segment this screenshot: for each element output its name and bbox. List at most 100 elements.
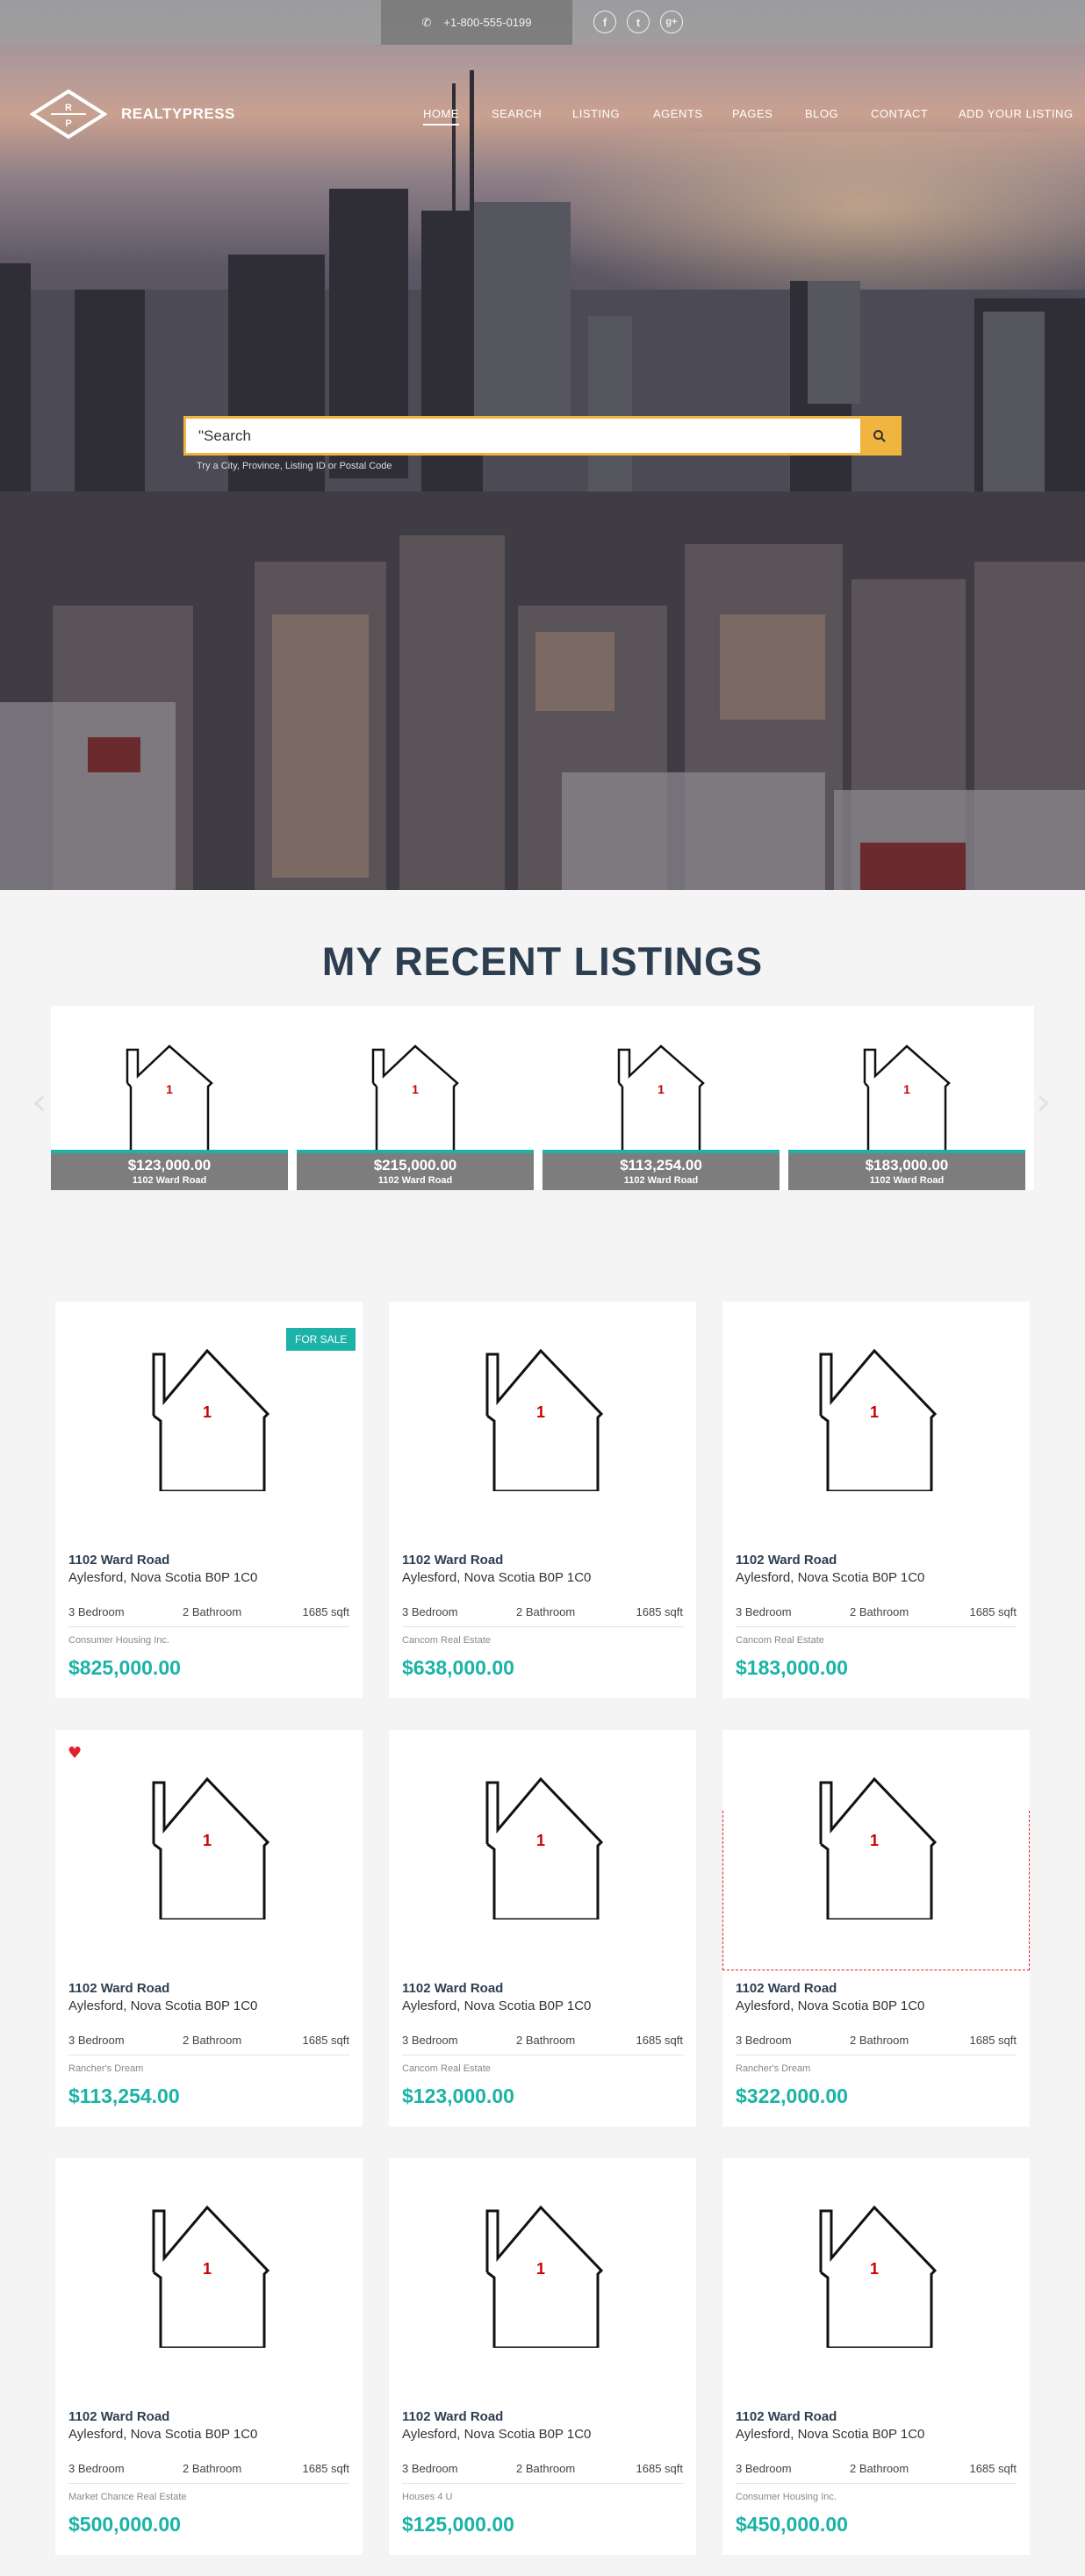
bathrooms: 2 Bathroom <box>850 2034 909 2047</box>
house-image-placeholder: 1 <box>152 1348 270 1491</box>
square-feet: 1685 sqft <box>636 2034 684 2047</box>
bedrooms: 3 Bedroom <box>68 2034 125 2047</box>
bedrooms: 3 Bedroom <box>736 1605 792 1618</box>
listing-city: Aylesford, Nova Scotia B0P 1C0 <box>402 1998 592 2013</box>
bathrooms: 2 Bathroom <box>183 2462 242 2475</box>
house-image-placeholder: 1 <box>485 2205 604 2348</box>
listing-city: Aylesford, Nova Scotia B0P 1C0 <box>736 1570 925 1585</box>
carousel-caption: $113,254.00 1102 Ward Road <box>542 1153 780 1190</box>
image-label: 1 <box>203 1403 212 1421</box>
carousel-address: 1102 Ward Road <box>869 1175 945 1186</box>
divider <box>736 1626 1017 1627</box>
phone-contact[interactable]: ✆ +1-800-555-0199 <box>381 0 572 45</box>
image-label: 1 <box>657 1082 665 1096</box>
listing-street: 1102 Ward Road <box>402 2409 504 2424</box>
image-label: 1 <box>870 2260 879 2278</box>
nav-contact[interactable]: CONTACT <box>871 107 928 120</box>
phone-icon: ✆ <box>421 15 432 29</box>
listing-card[interactable]: 1 1102 Ward Road Aylesford, Nova Scotia … <box>55 2158 363 2555</box>
square-feet: 1685 sqft <box>969 2034 1017 2047</box>
listing-card[interactable]: 1 1102 Ward Road Aylesford, Nova Scotia … <box>722 1730 1030 2127</box>
divider <box>402 2055 683 2056</box>
carousel-item[interactable]: 1 $183,000.00 1102 Ward Road <box>788 1006 1025 1190</box>
carousel-prev-arrow[interactable]: ‹ <box>32 1080 47 1124</box>
google-plus-icon[interactable]: g+ <box>660 11 683 33</box>
twitter-icon[interactable]: t <box>627 11 650 33</box>
listing-city: Aylesford, Nova Scotia B0P 1C0 <box>736 2427 925 2442</box>
bedrooms: 3 Bedroom <box>402 2034 458 2047</box>
listing-card[interactable]: 1 1102 Ward Road Aylesford, Nova Scotia … <box>389 1730 696 2127</box>
carousel-price: $113,254.00 <box>620 1157 702 1173</box>
carousel-item[interactable]: 1 $113,254.00 1102 Ward Road <box>542 1006 780 1190</box>
carousel-address: 1102 Ward Road <box>377 1175 453 1186</box>
carousel-caption: $123,000.00 1102 Ward Road <box>51 1153 288 1190</box>
listing-street: 1102 Ward Road <box>68 2409 170 2424</box>
listing-price: $638,000.00 <box>402 1656 514 1679</box>
listing-card[interactable]: 1 1102 Ward Road Aylesford, Nova Scotia … <box>722 1302 1030 1698</box>
listing-card[interactable]: 1 1102 Ward Road Aylesford, Nova Scotia … <box>389 2158 696 2555</box>
listing-city: Aylesford, Nova Scotia B0P 1C0 <box>68 2427 258 2442</box>
nav-home[interactable]: HOME <box>423 107 459 126</box>
house-image-placeholder: 1 <box>485 1776 604 1919</box>
house-image-placeholder: 1 <box>819 2205 938 2348</box>
divider <box>68 2055 349 2056</box>
divider <box>402 2483 683 2484</box>
house-image-placeholder: 1 <box>617 1044 705 1152</box>
square-feet: 1685 sqft <box>302 2462 350 2475</box>
listing-card[interactable]: 1 ♥ 1102 Ward Road Aylesford, Nova Scoti… <box>55 1730 363 2127</box>
listing-card[interactable]: 1 1102 Ward Road Aylesford, Nova Scotia … <box>722 2158 1030 2555</box>
listing-agent: Rancher's Dream <box>68 2063 144 2074</box>
divider <box>68 1626 349 1627</box>
listing-price: $125,000.00 <box>402 2513 514 2536</box>
recent-listings-carousel: 1 $123,000.00 1102 Ward Road 1 $215,000.… <box>51 1006 1034 1190</box>
listing-street: 1102 Ward Road <box>68 1981 170 1996</box>
house-image-placeholder: 1 <box>819 1348 938 1491</box>
carousel-caption: $215,000.00 1102 Ward Road <box>297 1153 534 1190</box>
listing-price: $825,000.00 <box>68 1656 181 1679</box>
listing-city: Aylesford, Nova Scotia B0P 1C0 <box>68 1570 258 1585</box>
bathrooms: 2 Bathroom <box>516 1605 576 1618</box>
listing-agent: Rancher's Dream <box>736 2063 811 2074</box>
nav-agents[interactable]: AGENTS <box>653 107 702 120</box>
bathrooms: 2 Bathroom <box>850 1605 909 1618</box>
facebook-icon[interactable]: f <box>593 11 616 33</box>
listing-street: 1102 Ward Road <box>736 1981 837 1996</box>
carousel-address: 1102 Ward Road <box>132 1175 207 1186</box>
svg-text:P: P <box>65 118 71 129</box>
listing-agent: Houses 4 U <box>402 2492 453 2502</box>
divider <box>736 2483 1017 2484</box>
image-label: 1 <box>203 2260 212 2278</box>
divider <box>736 2055 1017 2056</box>
nav-blog[interactable]: BLOG <box>805 107 838 120</box>
search-button[interactable] <box>860 419 899 453</box>
house-image-placeholder: 1 <box>863 1044 951 1152</box>
square-feet: 1685 sqft <box>302 1605 350 1618</box>
image-label: 1 <box>536 2260 545 2278</box>
favorite-heart-icon[interactable]: ♥ <box>68 1744 82 1762</box>
brand-logo[interactable]: R P REALTYPRESS <box>30 89 235 140</box>
svg-text:R: R <box>65 103 72 113</box>
bathrooms: 2 Bathroom <box>183 2034 242 2047</box>
carousel-next-arrow[interactable]: › <box>1036 1080 1052 1124</box>
nav-pages[interactable]: PAGES <box>732 107 772 120</box>
nav-add-your-listing[interactable]: ADD YOUR LISTING <box>959 107 1074 120</box>
listing-agent: Consumer Housing Inc. <box>736 2492 837 2502</box>
image-label: 1 <box>536 1403 545 1421</box>
carousel-price: $183,000.00 <box>865 1157 949 1173</box>
divider <box>402 1626 683 1627</box>
listing-street: 1102 Ward Road <box>68 1553 170 1568</box>
bedrooms: 3 Bedroom <box>736 2462 792 2475</box>
listing-price: $123,000.00 <box>402 2084 514 2107</box>
nav-search[interactable]: SEARCH <box>492 107 542 120</box>
search-input[interactable] <box>186 419 860 453</box>
image-label: 1 <box>536 1832 545 1849</box>
carousel-item[interactable]: 1 $123,000.00 1102 Ward Road <box>51 1006 288 1190</box>
logo-diamond-icon: R P <box>30 89 107 140</box>
bedrooms: 3 Bedroom <box>736 2034 792 2047</box>
listing-card[interactable]: 1 1102 Ward Road Aylesford, Nova Scotia … <box>389 1302 696 1698</box>
listing-street: 1102 Ward Road <box>402 1553 504 1568</box>
carousel-item[interactable]: 1 $215,000.00 1102 Ward Road <box>297 1006 534 1190</box>
square-feet: 1685 sqft <box>636 2462 684 2475</box>
nav-listing[interactable]: LISTING <box>572 107 620 120</box>
listing-card[interactable]: 1 FOR SALE 1102 Ward Road Aylesford, Nov… <box>55 1302 363 1698</box>
